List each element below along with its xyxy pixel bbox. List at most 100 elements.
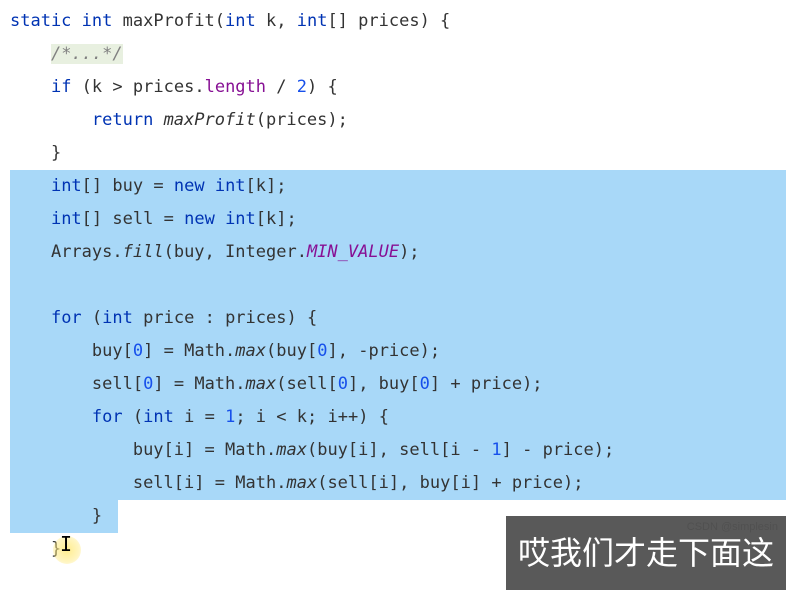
var: buy xyxy=(317,440,348,460)
text-cursor-icon: I xyxy=(60,525,72,564)
var: i xyxy=(256,407,266,427)
var: i xyxy=(184,473,194,493)
code-line-selected[interactable]: for (int i = 1; i < k; i++) { xyxy=(10,401,786,434)
var: i xyxy=(358,440,368,460)
op: - xyxy=(358,341,368,361)
keyword-int: int xyxy=(225,11,256,31)
keyword-if: if xyxy=(51,77,71,97)
keyword-for: for xyxy=(92,407,123,427)
param: prices xyxy=(358,11,419,31)
op: = xyxy=(174,374,184,394)
op: = xyxy=(164,341,174,361)
var: i xyxy=(328,407,338,427)
keyword-return: return xyxy=(92,110,153,130)
keyword-int: int xyxy=(51,209,82,229)
method-call: max xyxy=(246,374,277,394)
var: buy xyxy=(112,176,143,196)
var: buy xyxy=(174,242,205,262)
method-name: maxProfit xyxy=(123,11,215,31)
op: = xyxy=(215,473,225,493)
number: 0 xyxy=(133,341,143,361)
code-line-selected[interactable]: sell[i] = Math.max(sell[i], buy[i] + pri… xyxy=(10,467,786,500)
class: Integer xyxy=(225,242,297,262)
brace: } xyxy=(92,506,102,526)
op: = xyxy=(153,176,163,196)
op: + xyxy=(450,374,460,394)
var: buy xyxy=(379,374,410,394)
var: prices xyxy=(266,110,327,130)
code-line[interactable]: static int maxProfit(int k, int[] prices… xyxy=(10,5,786,38)
var: prices xyxy=(133,77,194,97)
number: 2 xyxy=(297,77,307,97)
keyword-new: new xyxy=(174,176,205,196)
var: price xyxy=(471,374,522,394)
var: i xyxy=(450,440,460,460)
op: / xyxy=(276,77,286,97)
code-line-selected[interactable]: int[] sell = new int[k]; xyxy=(10,203,786,236)
var: buy xyxy=(133,440,164,460)
code-line[interactable]: } xyxy=(10,137,786,170)
op: - xyxy=(522,440,532,460)
code-line-selected[interactable]: int[] buy = new int[k]; xyxy=(10,170,786,203)
code-line-selected[interactable]: sell[0] = Math.max(sell[0], buy[0] + pri… xyxy=(10,368,786,401)
op: < xyxy=(276,407,286,427)
number: 0 xyxy=(338,374,348,394)
method-call: max xyxy=(286,473,317,493)
keyword-int: int xyxy=(51,176,82,196)
class: Math xyxy=(225,440,266,460)
comment-block: /*...*/ xyxy=(51,44,123,64)
code-line-selected[interactable]: for (int price : prices) { xyxy=(10,302,786,335)
var: buy xyxy=(92,341,123,361)
method-call: max xyxy=(276,440,307,460)
op: + xyxy=(491,473,501,493)
method-call: fill xyxy=(123,242,164,262)
keyword-for: for xyxy=(51,308,82,328)
keyword-new: new xyxy=(184,209,215,229)
keyword-int: int xyxy=(82,11,113,31)
op: > xyxy=(112,77,122,97)
keyword-int: int xyxy=(297,11,328,31)
var: sell xyxy=(112,209,153,229)
var: price xyxy=(368,341,419,361)
keyword-int: int xyxy=(143,407,174,427)
keyword-static: static xyxy=(10,11,71,31)
param: k xyxy=(266,11,276,31)
keyword-int: int xyxy=(225,209,256,229)
op: = xyxy=(164,209,174,229)
var: sell xyxy=(327,473,368,493)
number: 0 xyxy=(143,374,153,394)
var: price xyxy=(143,308,194,328)
var: k xyxy=(92,77,102,97)
number: 1 xyxy=(491,440,501,460)
class: Math xyxy=(235,473,276,493)
class: Math xyxy=(194,374,235,394)
code-line-selected[interactable]: buy[i] = Math.max(buy[i], sell[i - 1] - … xyxy=(10,434,786,467)
code-line-selected[interactable]: Arrays.fill(buy, Integer.MIN_VALUE); xyxy=(10,236,786,269)
var: sell xyxy=(92,374,133,394)
var: prices xyxy=(225,308,286,328)
var: buy xyxy=(276,341,307,361)
var: i xyxy=(461,473,471,493)
method-call: maxProfit xyxy=(164,110,256,130)
op: - xyxy=(471,440,481,460)
subtitle-caption: 哎我们才走下面这 xyxy=(506,516,786,590)
var: sell xyxy=(133,473,174,493)
number: 0 xyxy=(420,374,430,394)
op: : xyxy=(205,308,215,328)
var: k xyxy=(266,209,276,229)
var: price xyxy=(543,440,594,460)
number: 0 xyxy=(317,341,327,361)
class: Arrays xyxy=(51,242,112,262)
code-line-blank[interactable] xyxy=(10,269,786,302)
var: i xyxy=(184,407,194,427)
var: price xyxy=(512,473,563,493)
var: sell xyxy=(399,440,440,460)
code-editor[interactable]: static int maxProfit(int k, int[] prices… xyxy=(0,0,786,566)
code-line[interactable]: /*...*/ xyxy=(10,38,786,71)
op: = xyxy=(205,407,215,427)
field-length: length xyxy=(205,77,266,97)
code-line[interactable]: if (k > prices.length / 2) { xyxy=(10,71,786,104)
code-line-selected[interactable]: buy[0] = Math.max(buy[0], -price); xyxy=(10,335,786,368)
code-line[interactable]: return maxProfit(prices); xyxy=(10,104,786,137)
brace: } xyxy=(51,143,61,163)
